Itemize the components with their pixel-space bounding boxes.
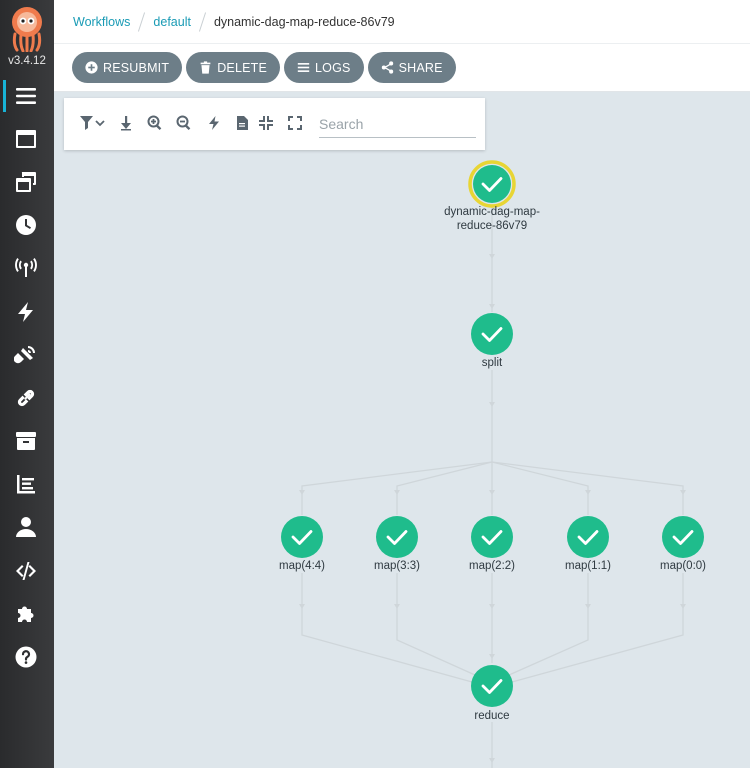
edge-fan-map-1	[491, 461, 589, 515]
edge-map-1-reduce	[508, 573, 589, 676]
sidebar-item-event-sources[interactable]	[12, 254, 40, 282]
link-icon	[17, 389, 35, 407]
share-icon	[381, 61, 393, 74]
bolt-icon	[18, 302, 33, 322]
breadcrumb-separator	[138, 12, 146, 32]
plus-circle-icon	[85, 61, 98, 74]
nav-active-indicator	[3, 80, 6, 112]
breadcrumb-workflows-link[interactable]: Workflows	[73, 15, 130, 29]
trash-icon	[200, 61, 211, 74]
sidebar: v3.4.12	[0, 0, 54, 768]
sidebar-item-archived-workflows[interactable]	[12, 427, 40, 455]
share-button[interactable]: SHARE	[367, 52, 456, 83]
compress-icon	[259, 116, 273, 130]
node-root-label-1: dynamic-dag-map-	[444, 206, 540, 218]
code-icon	[16, 562, 36, 580]
sidebar-item-cluster-workflow-templates[interactable]	[12, 168, 40, 196]
delete-button[interactable]: DELETE	[186, 52, 281, 83]
help-icon	[15, 646, 37, 668]
resubmit-label: RESUBMIT	[103, 60, 170, 75]
sidebar-item-reports[interactable]	[12, 470, 40, 498]
action-bar: RESUBMIT DELETE LOGS SHARE	[72, 52, 456, 83]
node-reduce-label: reduce	[474, 710, 509, 722]
expand-button[interactable]	[287, 115, 303, 131]
user-icon	[16, 517, 36, 537]
node-map-0[interactable]: map(0:0)	[660, 516, 706, 572]
sidebar-item-help[interactable]	[12, 643, 40, 671]
sidebar-item-user[interactable]	[12, 513, 40, 541]
edge-map-3-reduce	[396, 573, 476, 676]
puzzle-icon	[18, 606, 34, 622]
node-map-label: map(0:0)	[660, 560, 706, 572]
expand-icon	[288, 116, 302, 130]
broadcast-icon	[15, 258, 37, 277]
bars-icon	[297, 63, 310, 72]
breadcrumb-current: dynamic-dag-map-reduce-86v79	[213, 15, 395, 29]
sidebar-item-sensors[interactable]	[12, 298, 40, 326]
node-split[interactable]: split	[471, 313, 513, 369]
node-map-1[interactable]: map(1:1)	[565, 516, 611, 572]
workflow-graph[interactable]: dynamic-dag-map- reduce-86v79 split map(…	[54, 92, 750, 768]
logs-button[interactable]: LOGS	[284, 52, 364, 83]
node-root-label-2: reduce-86v79	[457, 220, 527, 232]
collapse-button[interactable]	[258, 115, 274, 131]
argo-logo[interactable]	[9, 4, 45, 53]
logs-label: LOGS	[315, 60, 351, 75]
sidebar-item-api-docs[interactable]	[12, 557, 40, 585]
window-icon	[16, 130, 36, 148]
filter-icon	[80, 116, 105, 130]
header-divider	[54, 43, 750, 44]
satellite-icon	[14, 346, 35, 364]
page-header: Workflows default dynamic-dag-map-reduce…	[54, 0, 750, 92]
node-map-3[interactable]: map(3:3)	[374, 516, 420, 572]
node-map-label: map(1:1)	[565, 560, 611, 572]
node-map-2[interactable]: map(2:2)	[469, 516, 515, 572]
download-button[interactable]	[118, 115, 134, 131]
sidebar-item-workflows[interactable]	[12, 82, 40, 110]
node-map-label: map(2:2)	[469, 560, 515, 572]
edge-fan-map-3	[396, 461, 493, 515]
fast-mode-button[interactable]	[206, 115, 222, 131]
zoom-in-icon	[147, 115, 162, 131]
breadcrumb-namespace-link[interactable]: default	[153, 15, 191, 29]
bolt-icon	[209, 116, 219, 130]
resubmit-button[interactable]: RESUBMIT	[72, 52, 183, 83]
graph-toolbar	[64, 98, 485, 150]
zoom-in-button[interactable]	[147, 115, 163, 131]
node-map-label: map(4:4)	[279, 560, 325, 572]
filter-button[interactable]	[79, 115, 107, 131]
delete-label: DELETE	[217, 60, 268, 75]
sidebar-item-event-bus[interactable]	[12, 384, 40, 412]
arrow-down-icon	[121, 116, 131, 131]
sidebar-item-workflow-templates[interactable]	[12, 125, 40, 153]
list-icon	[16, 88, 36, 104]
document-button[interactable]	[234, 115, 250, 131]
node-root[interactable]: dynamic-dag-map- reduce-86v79	[444, 160, 540, 232]
clock-icon	[16, 215, 36, 235]
chart-icon	[17, 475, 35, 494]
node-map-label: map(3:3)	[374, 560, 420, 572]
node-reduce[interactable]: reduce	[471, 665, 513, 722]
sidebar-item-plugins[interactable]	[12, 600, 40, 628]
share-label: SHARE	[398, 60, 443, 75]
node-map-4[interactable]: map(4:4)	[279, 516, 325, 572]
file-icon	[237, 116, 248, 130]
breadcrumb-separator	[198, 12, 207, 32]
cluster-templates-icon	[16, 172, 36, 192]
zoom-out-icon	[176, 115, 191, 131]
graph-search-input[interactable]	[319, 111, 476, 138]
edge-map-0-reduce	[511, 573, 684, 683]
sidebar-item-cron-workflows[interactable]	[12, 211, 40, 239]
node-split-label: split	[482, 357, 503, 369]
archive-icon	[16, 432, 36, 450]
breadcrumb: Workflows default dynamic-dag-map-reduce…	[73, 12, 395, 32]
version-label: v3.4.12	[8, 55, 46, 67]
graph-canvas: dynamic-dag-map- reduce-86v79 split map(…	[279, 160, 706, 768]
sidebar-item-event-flow[interactable]	[12, 341, 40, 369]
edge-map-4-reduce	[301, 573, 473, 683]
zoom-out-button[interactable]	[176, 115, 192, 131]
